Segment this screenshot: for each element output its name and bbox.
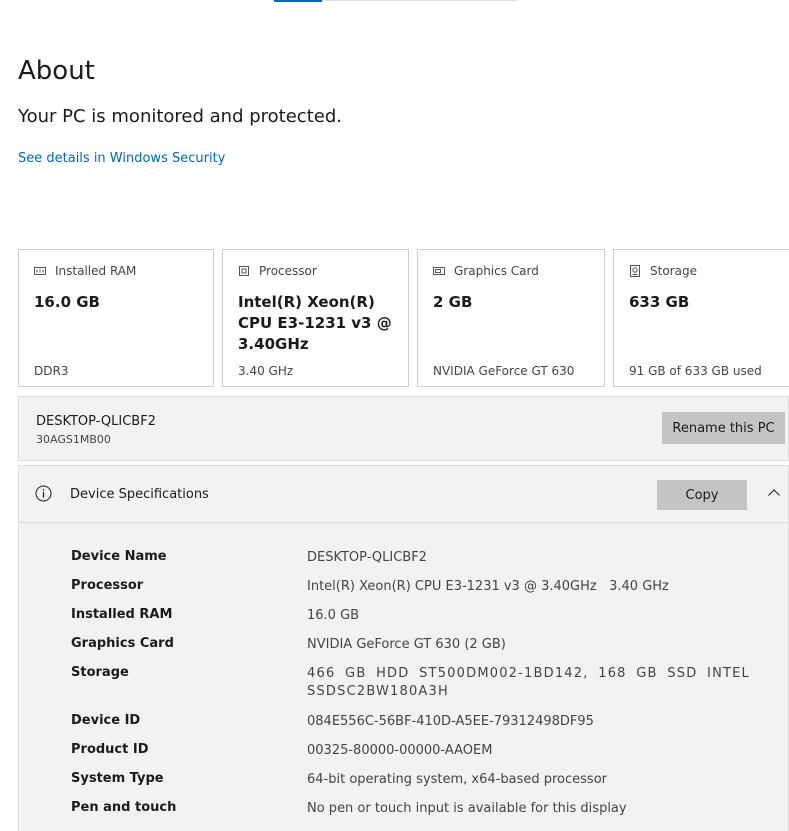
device-specifications-header[interactable]: Device Specifications Copy	[19, 466, 788, 523]
storage-icon	[630, 265, 640, 277]
windows-security-link[interactable]: See details in Windows Security	[18, 151, 225, 166]
card-detail: 3.40 GHz	[238, 364, 294, 378]
card-value: 633 GB	[629, 293, 690, 311]
card-header: Storage	[629, 264, 697, 278]
top-scroll-indicator	[274, 0, 517, 2]
card-value: Intel(R) Xeon(R) CPU E3-1231 v3 @ 3.40GH…	[238, 293, 392, 353]
card-graphics-card: Graphics Card 2 GB NVIDIA GeForce GT 630	[417, 249, 605, 387]
spec-value: Intel(R) Xeon(R) CPU E3-1231 v3 @ 3.40GH…	[307, 579, 669, 594]
spec-label: Installed RAM	[71, 607, 173, 622]
chevron-up-icon[interactable]	[767, 486, 781, 500]
rename-pc-button[interactable]: Rename this PC	[662, 412, 785, 444]
page-title: About	[18, 56, 95, 86]
spec-value: No pen or touch input is available for t…	[307, 801, 627, 816]
card-value: 16.0 GB	[34, 293, 100, 311]
spec-label: Processor	[71, 578, 144, 593]
pc-model: 30AGS1MB00	[36, 433, 111, 446]
card-label: Processor	[259, 264, 317, 278]
pc-name-panel: DESKTOP-QLICBF2 30AGS1MB00 Rename this P…	[18, 396, 789, 461]
card-detail: 91 GB of 633 GB used	[629, 364, 762, 378]
card-storage: Storage 633 GB 91 GB of 633 GB used	[613, 249, 789, 387]
spec-label: Device ID	[71, 713, 141, 728]
spec-value: DESKTOP-QLICBF2	[307, 550, 427, 565]
card-header: Graphics Card	[433, 264, 539, 278]
card-label: Storage	[650, 264, 697, 278]
card-detail: NVIDIA GeForce GT 630	[433, 364, 575, 378]
device-specifications-title: Device Specifications	[70, 487, 209, 502]
spec-label: Device Name	[71, 549, 167, 564]
card-detail: DDR3	[34, 364, 69, 378]
device-specifications-panel: Device Specifications Copy Device Name D…	[18, 465, 789, 831]
spec-value: 466 GB HDD ST500DM002-1BD142, 168 GB SSD…	[307, 666, 750, 699]
spec-label: Graphics Card	[71, 636, 174, 651]
card-value: 2 GB	[433, 293, 473, 311]
info-icon	[35, 485, 52, 502]
spec-value: NVIDIA GeForce GT 630 (2 GB)	[307, 637, 506, 652]
graphics-card-icon	[433, 267, 445, 275]
spec-label: Pen and touch	[71, 800, 177, 815]
card-header: Installed RAM	[34, 264, 136, 278]
spec-value: 64-bit operating system, x64-based proce…	[307, 772, 607, 787]
card-installed-ram: Installed RAM 16.0 GB DDR3	[18, 249, 214, 387]
spec-value: 16.0 GB	[307, 608, 360, 623]
processor-icon	[239, 266, 249, 276]
spec-value: 084E556C-56BF-410D-A5EE-79312498DF95	[307, 714, 594, 729]
spec-label: Product ID	[71, 742, 149, 757]
protection-status: Your PC is monitored and protected.	[18, 106, 342, 127]
card-label: Graphics Card	[454, 264, 539, 278]
spec-label: System Type	[71, 771, 164, 786]
top-scroll-thumb	[274, 0, 322, 2]
card-header: Processor	[238, 264, 317, 278]
spec-label: Storage	[71, 665, 129, 680]
card-label: Installed RAM	[55, 264, 137, 278]
copy-button[interactable]: Copy	[657, 480, 747, 510]
ram-icon	[34, 267, 46, 275]
card-processor: Processor Intel(R) Xeon(R) CPU E3-1231 v…	[222, 249, 409, 387]
pc-name: DESKTOP-QLICBF2	[36, 414, 156, 429]
spec-value: 00325-80000-00000-AAOEM	[307, 743, 493, 758]
